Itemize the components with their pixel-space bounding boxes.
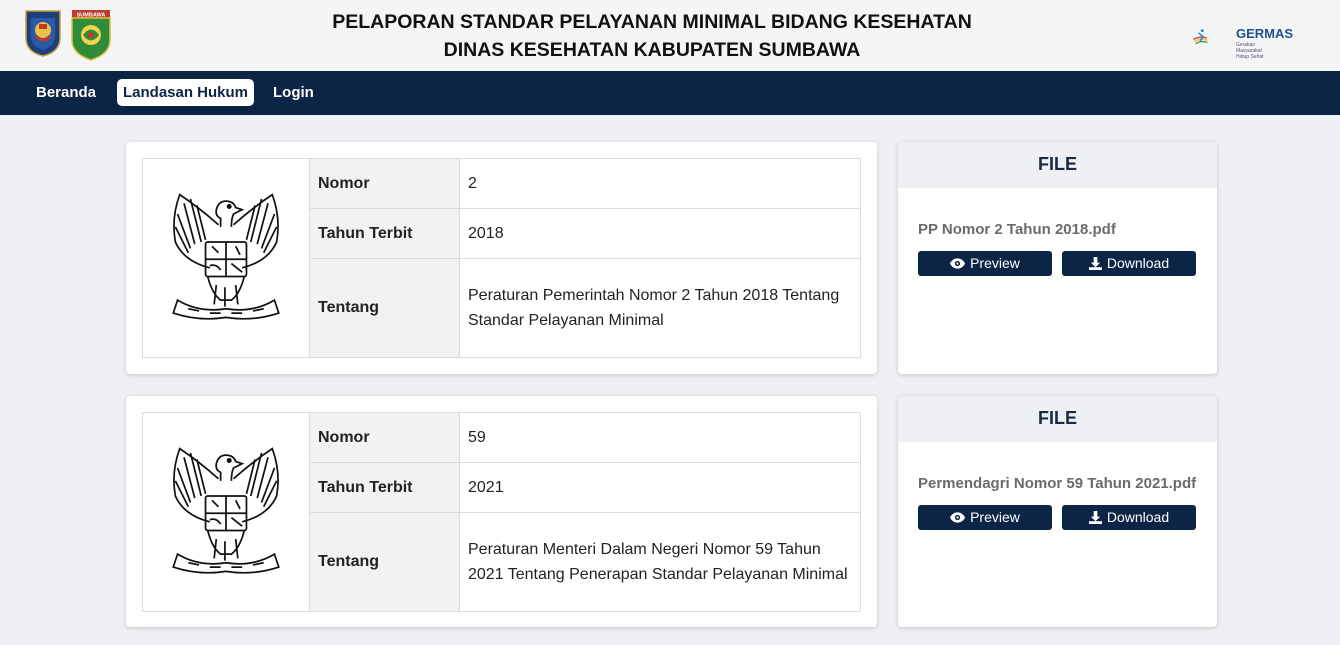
download-button[interactable]: Download (1062, 251, 1196, 276)
document-card: Nomor 2 Tahun Terbit 2018 Tentang Peratu… (126, 142, 877, 374)
tentang-label: Tentang (309, 258, 460, 358)
title-line-2: DINAS KESEHATAN KABUPATEN SUMBAWA (443, 39, 861, 61)
emblem-cell (142, 158, 310, 358)
nav-item-beranda[interactable]: Beranda (30, 79, 102, 106)
germas-tagline: Gerakan Masyarakat Hidup Sehat (1236, 42, 1264, 60)
download-icon (1088, 257, 1102, 270)
emblem-cell (142, 412, 310, 612)
document-table: Nomor 2 Tahun Terbit 2018 Tentang Peratu… (142, 158, 861, 358)
preview-button[interactable]: Preview (918, 251, 1052, 276)
nav-item-landasan-hukum[interactable]: Landasan Hukum (117, 79, 255, 106)
tahun-terbit-value: 2018 (459, 208, 861, 259)
download-icon (1088, 511, 1102, 524)
title-line-1: PELAPORAN STANDAR PELAYANAN MINIMAL BIDA… (332, 11, 972, 33)
download-button[interactable]: Download (1062, 505, 1196, 530)
tentang-value: Peraturan Pemerintah Nomor 2 Tahun 2018 … (459, 258, 861, 358)
preview-button[interactable]: Preview (918, 505, 1052, 530)
tahun-terbit-label: Tahun Terbit (309, 462, 460, 513)
nav-item-login[interactable]: Login (267, 79, 320, 106)
tahun-terbit-label: Tahun Terbit (309, 208, 460, 259)
eye-icon (950, 258, 966, 269)
germas-logo-icon (1193, 29, 1208, 45)
page-title: PELAPORAN STANDAR PELAYANAN MINIMAL BIDA… (0, 8, 1304, 64)
file-name: Permendagri Nomor 59 Tahun 2021.pdf (918, 475, 1197, 492)
preview-label: Preview (970, 509, 1020, 525)
tahun-terbit-value: 2021 (459, 462, 861, 513)
site-header: SUMBAWA PELAPORAN STANDAR PELAYANAN MINI… (0, 0, 1340, 71)
main-nav: Beranda Landasan Hukum Login (0, 71, 1340, 115)
germas-logo-text: GERMAS (1236, 26, 1294, 41)
file-name: PP Nomor 2 Tahun 2018.pdf (918, 221, 1116, 238)
document-table: Nomor 59 Tahun Terbit 2021 Tentang Perat… (142, 412, 861, 612)
nomor-value: 2 (459, 158, 861, 209)
tentang-label: Tentang (309, 512, 460, 612)
document-card: Nomor 59 Tahun Terbit 2021 Tentang Perat… (126, 396, 877, 627)
file-card: FILE PP Nomor 2 Tahun 2018.pdf Preview D… (898, 142, 1217, 374)
garuda-pancasila-icon (156, 440, 296, 580)
preview-label: Preview (970, 255, 1020, 271)
nomor-label: Nomor (309, 158, 460, 209)
nomor-value: 59 (459, 412, 861, 463)
eye-icon (950, 512, 966, 523)
garuda-pancasila-icon (156, 186, 296, 326)
nomor-label: Nomor (309, 412, 460, 463)
download-label: Download (1106, 255, 1170, 271)
file-heading: FILE (898, 396, 1217, 442)
file-heading: FILE (898, 142, 1217, 188)
file-card: FILE Permendagri Nomor 59 Tahun 2021.pdf… (898, 396, 1217, 627)
download-label: Download (1106, 509, 1170, 525)
tentang-value: Peraturan Menteri Dalam Negeri Nomor 59 … (459, 512, 861, 612)
